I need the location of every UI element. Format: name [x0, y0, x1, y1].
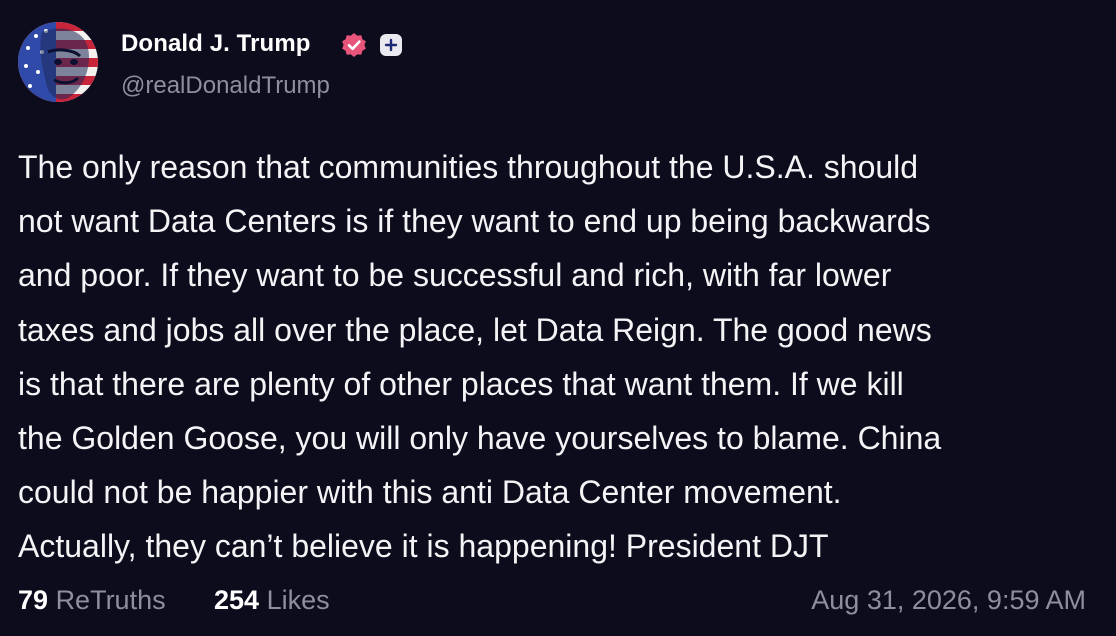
retruths-count: 79: [18, 585, 49, 615]
post-text-line: taxes and jobs all over the place, let D…: [18, 311, 932, 348]
verified-badge-icon: [342, 33, 366, 57]
post-text-line: not want Data Centers is if they want to…: [18, 203, 931, 240]
post-card: Donald J. Trump @realDonaldTrump The onl…: [0, 0, 1116, 636]
likes-count: 254: [214, 585, 260, 615]
display-name[interactable]: Donald J. Trump: [121, 30, 311, 58]
post-text-line: the Golden Goose, you will only have you…: [18, 420, 942, 457]
post-text-line: could not be happier with this anti Data…: [18, 474, 842, 511]
post-text-line: is that there are plenty of other places…: [18, 365, 904, 402]
post-text-line: Actually, they can’t believe it is happe…: [18, 528, 829, 565]
flag-portrait-avatar-icon: [18, 22, 98, 102]
likes-stat[interactable]: 254 Likes: [214, 585, 330, 616]
avatar[interactable]: [18, 22, 98, 102]
post-footer: 79 ReTruths 254 Likes Aug 31, 2026, 9:59…: [18, 585, 1086, 625]
retruths-label: ReTruths: [55, 585, 166, 615]
post-text-line: and poor. If they want to be successful …: [18, 257, 892, 294]
likes-label: Likes: [266, 585, 330, 615]
plus-badge-icon: [380, 34, 402, 56]
post-text-line: The only reason that communities through…: [18, 149, 919, 185]
user-handle[interactable]: @realDonaldTrump: [121, 72, 330, 100]
post-body: The only reason that communities through…: [18, 140, 1098, 574]
retruths-stat[interactable]: 79 ReTruths: [18, 585, 166, 616]
post-timestamp[interactable]: Aug 31, 2026, 9:59 AM: [811, 585, 1086, 616]
